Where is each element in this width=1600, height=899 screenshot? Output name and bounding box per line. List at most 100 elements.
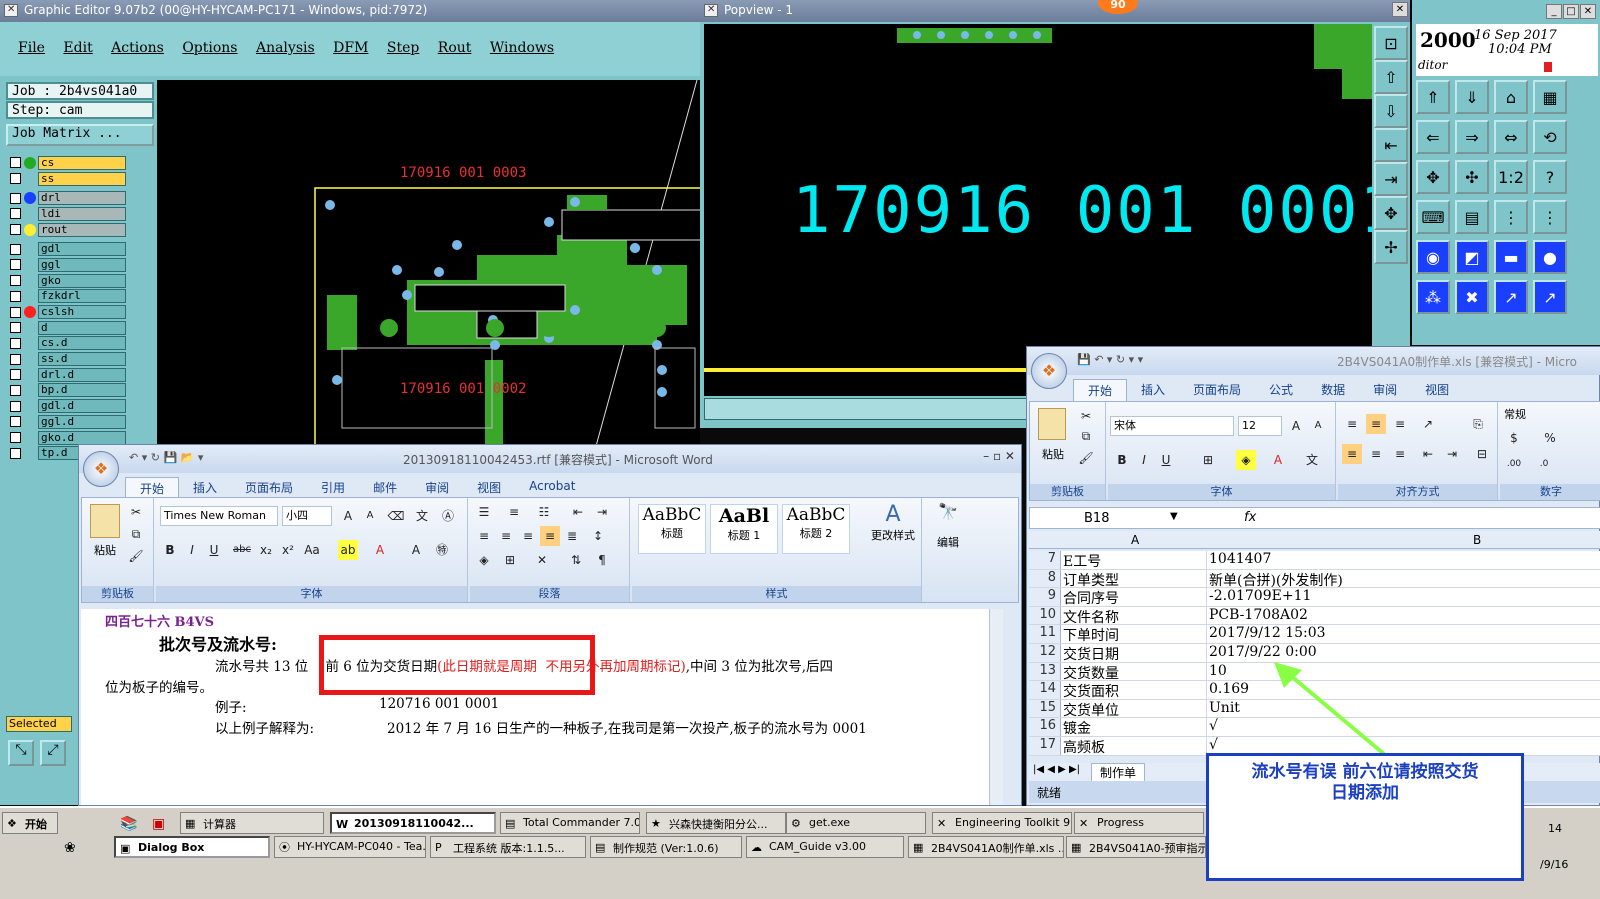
excel-titlebar[interactable]: ❖ 💾 ↶ ▾ ↻ ▾ ▾ 2B4VS041A0制作单.xls [兼容模式] -… [1027,347,1600,389]
font-name-select[interactable]: Times New Roman [160,506,278,526]
taskbar-item[interactable]: P 工程系统 版本:1.1.5... [430,836,586,858]
format-painter-icon[interactable]: 🖌 [126,546,146,566]
decrease-indent-icon[interactable]: ⇤ [1418,444,1438,464]
name-box-dropdown-icon[interactable]: ▼ [1170,511,1178,522]
menu-rout[interactable]: Rout [438,40,472,56]
cell-a[interactable]: 交货面积 [1061,681,1207,699]
measure-icon[interactable]: ◩ [1455,240,1489,274]
cell-a[interactable]: 镀金 [1061,718,1207,736]
layer-row[interactable]: drl.d [10,367,126,383]
taskbar-item[interactable]: ⦿ HY-HYCAM-PC040 - Tea... [274,836,426,858]
office-button[interactable]: ❖ [1031,353,1067,389]
layer-checkbox[interactable] [10,192,21,204]
layer-name[interactable]: ldi [38,206,126,221]
frame-icon[interactable]: ▦ [1533,80,1567,114]
taskbar-item[interactable]: ✕ Engineering Toolkit 9.... [932,812,1072,834]
column-b-header[interactable]: B [1473,533,1481,547]
arrow-icon[interactable]: ↗ [1494,280,1528,314]
row-number[interactable]: 11 [1029,625,1061,643]
quicklaunch-icon-1[interactable]: 📚 [120,816,137,832]
cell-a[interactable]: 订单类型 [1061,569,1207,588]
layer-up-icon[interactable]: ⇧ [1374,60,1408,94]
tab-review[interactable]: 审阅 [411,477,463,499]
graphic-editor-titlebar[interactable]: Graphic Editor 9.07b2 (00@HY-HYCAM-PC171… [0,0,700,22]
center-icon[interactable]: ✥ [1374,196,1408,230]
bold-icon[interactable]: B [160,540,180,560]
layer-name[interactable]: fzkdrl [38,289,126,304]
layer-row[interactable]: ggl [10,257,126,273]
tab-view[interactable]: 视图 [463,477,515,499]
zoom-out-icon[interactable]: ⤢ [40,740,66,766]
number-format-select[interactable]: 常规 [1504,406,1526,422]
move-right-icon[interactable]: ⇒ [1455,120,1489,154]
taskbar-item[interactable]: W 20130918110042... [330,812,496,834]
align-right-icon[interactable]: ≡ [518,526,538,546]
tab-layout[interactable]: 页面布局 [231,477,307,499]
maximize-icon[interactable]: □ [1563,4,1579,19]
dot-icon[interactable]: ● [1533,240,1567,274]
layer-checkbox[interactable] [10,432,21,444]
strikethrough-icon[interactable]: abc [232,540,252,560]
layer-name[interactable]: drl [38,191,126,206]
swap-icon[interactable]: ⇔ [1494,120,1528,154]
layer-name[interactable]: d [38,320,126,335]
bottom-align-icon[interactable]: ≡ [1390,414,1410,434]
layer-checkbox[interactable] [10,447,21,459]
layer-row[interactable]: bp.d [10,383,126,399]
quick-access-toolbar[interactable]: 💾 ↶ ▾ ↻ ▾ ▾ [1077,353,1143,366]
layer-checkbox[interactable] [10,384,21,396]
quicklaunch-icon-2[interactable]: ❀ [64,840,76,856]
layer-checkbox[interactable] [10,400,21,412]
align-center-icon[interactable]: ≡ [496,526,516,546]
layer-row[interactable]: cs [10,155,126,171]
underline-icon[interactable]: U [204,540,224,560]
paste-icon[interactable] [90,504,120,538]
currency-icon[interactable]: $ [1504,428,1524,448]
taskbar-item[interactable]: ☁ CAM_Guide v3.00 [746,836,904,858]
taskbar-item[interactable]: ⚙ get.exe [786,812,926,834]
scale-icon[interactable]: 1:2 [1494,160,1528,194]
layer-checkbox[interactable] [10,259,21,271]
move-left-icon[interactable]: ⇐ [1416,120,1450,154]
align-center-icon[interactable]: ≡ [1366,444,1386,464]
cell-a[interactable]: 下单时间 [1061,625,1207,643]
layer-name[interactable]: ggl [38,257,126,272]
layer-name[interactable]: cs [38,155,126,170]
layer-checkbox[interactable] [10,208,21,220]
borders-icon[interactable]: ⊞ [1198,450,1218,470]
borders-icon[interactable]: ⊞ [500,550,520,570]
drill-icon[interactable]: ◉ [1416,240,1450,274]
tab-layout[interactable]: 页面布局 [1179,379,1255,401]
style-heading-2[interactable]: AaBbC 标题 2 [782,504,850,554]
cell-a[interactable]: 合同序号 [1061,588,1207,606]
fit-icon[interactable]: ✥ [1416,160,1450,194]
menu-edit[interactable]: Edit [63,40,92,56]
grow-font-icon[interactable]: A [1286,416,1306,436]
numbering-icon[interactable]: ≡ [504,502,524,522]
merge-center-icon[interactable]: ⊟ [1472,444,1492,464]
change-case-icon[interactable]: Aa [302,540,322,560]
italic-icon[interactable]: I [182,540,202,560]
cell-b[interactable]: 新单(合拼)(外发制作) [1207,570,1600,588]
chinese-layout-icon[interactable]: ✕ [532,550,552,570]
sheet-nav-icon[interactable]: |◀ ◀ ▶ ▶| [1033,764,1080,775]
minimize-icon[interactable]: _ [1546,4,1562,19]
layer-name[interactable]: ggl.d [38,414,126,429]
row-number[interactable]: 8 [1029,569,1061,588]
layer-row[interactable]: ldi [10,206,126,222]
layer-checkbox[interactable] [10,290,21,302]
layer-row[interactable]: gdl.d [10,398,126,414]
layer-row[interactable]: rout [10,222,126,238]
layer-checkbox[interactable] [10,337,21,349]
highlight-icon[interactable]: ab [338,540,358,560]
subscript-icon[interactable]: x₂ [256,540,276,560]
layer-name[interactable]: cslsh [38,305,126,320]
font-size-select[interactable]: 小四 [282,506,332,526]
fill-color-icon[interactable]: ◈ [1236,450,1256,470]
format-painter-icon[interactable]: 🖌 [1076,448,1096,468]
char-border-icon[interactable]: Ⓐ [438,506,458,526]
tab-data[interactable]: 数据 [1307,379,1359,401]
increase-indent-icon[interactable]: ⇥ [1442,444,1462,464]
menu-file[interactable]: File [18,40,45,56]
underline-icon[interactable]: U [1156,450,1176,470]
